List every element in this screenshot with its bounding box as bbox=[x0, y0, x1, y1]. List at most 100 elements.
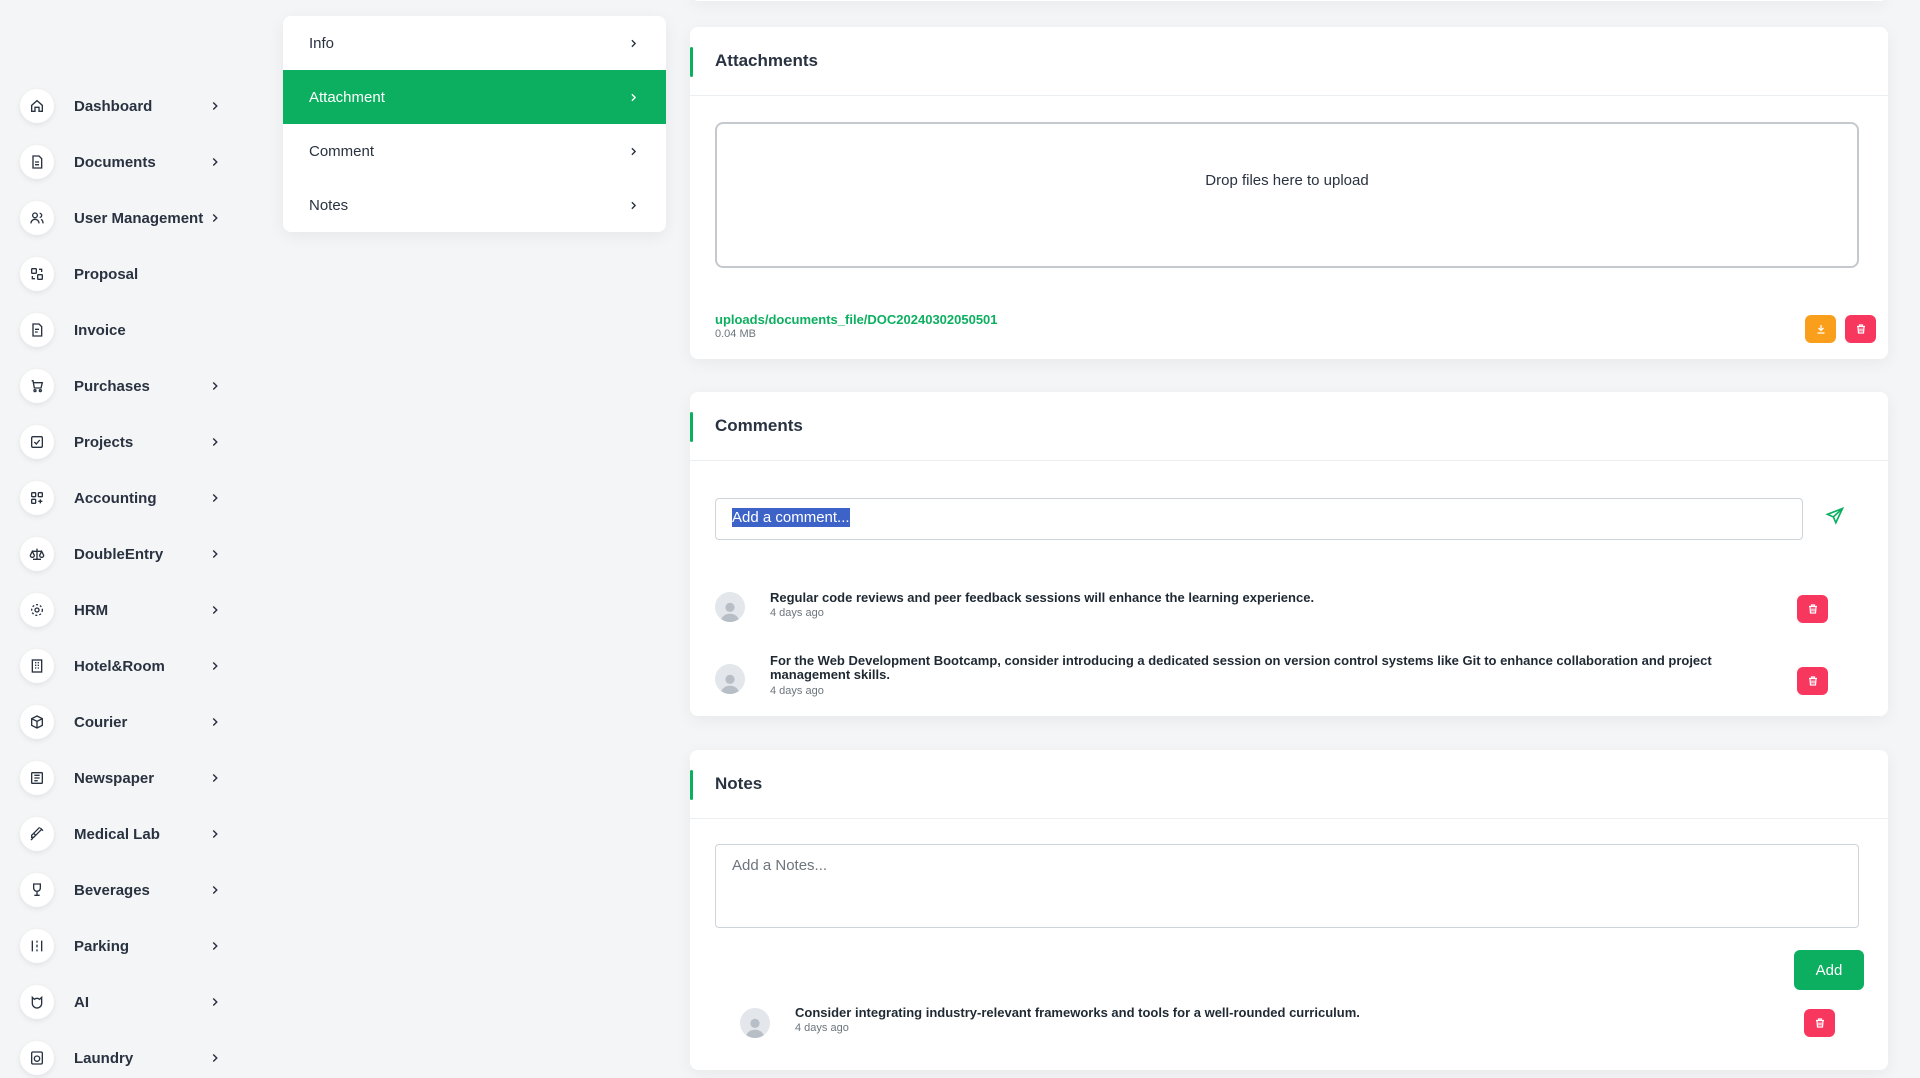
package-icon bbox=[20, 705, 54, 739]
chevron-right-icon bbox=[212, 101, 218, 111]
note-text: Consider integrating industry-relevant f… bbox=[795, 1005, 1360, 1020]
sidebar-item-user-management[interactable]: User Management bbox=[20, 198, 230, 238]
comment-text: Regular code reviews and peer feedback s… bbox=[770, 590, 1315, 605]
card-header: Attachments bbox=[690, 27, 1888, 96]
sidebar-item-invoice[interactable]: Invoice bbox=[20, 310, 230, 350]
checkbox-icon bbox=[20, 425, 54, 459]
section-menu-label: Comment bbox=[309, 142, 375, 160]
chevron-right-icon bbox=[212, 213, 218, 223]
chevron-right-icon bbox=[212, 661, 218, 671]
avatar bbox=[740, 1008, 770, 1038]
laundry-icon bbox=[20, 1041, 54, 1075]
user-icon bbox=[720, 602, 740, 622]
section-menu-attachment[interactable]: Attachment bbox=[283, 70, 666, 124]
chevron-right-icon bbox=[212, 773, 218, 783]
sidebar-item-ai[interactable]: AI bbox=[20, 982, 230, 1022]
notes-placeholder: Add a Notes... bbox=[732, 857, 828, 874]
chevron-right-icon bbox=[212, 717, 218, 727]
sidebar-item-label: Projects bbox=[74, 433, 134, 451]
chevron-right-icon bbox=[212, 549, 218, 559]
sidebar-item-label: Courier bbox=[74, 713, 128, 731]
sidebar-item-label: Accounting bbox=[74, 489, 157, 507]
notes-input[interactable]: Add a Notes... bbox=[715, 844, 1859, 928]
card-header: Notes bbox=[690, 750, 1888, 819]
avatar bbox=[715, 592, 745, 622]
sidebar-item-parking[interactable]: Parking bbox=[20, 926, 230, 966]
delete-comment-button[interactable] bbox=[1797, 667, 1828, 695]
sidebar-item-medical-lab[interactable]: Medical Lab bbox=[20, 814, 230, 854]
sidebar-item-label: Hotel&Room bbox=[74, 657, 165, 675]
add-note-button[interactable]: Add bbox=[1794, 950, 1864, 990]
sidebar-item-documents[interactable]: Documents bbox=[20, 142, 230, 182]
download-icon bbox=[1817, 325, 1824, 334]
chevron-right-icon bbox=[631, 201, 637, 209]
sidebar-item-hrm[interactable]: HRM bbox=[20, 590, 230, 630]
building-icon bbox=[20, 649, 54, 683]
avatar bbox=[715, 664, 745, 694]
chevron-right-icon bbox=[212, 997, 218, 1007]
delete-comment-button[interactable] bbox=[1797, 595, 1828, 623]
sidebar-item-label: Dashboard bbox=[74, 97, 153, 115]
sidebar-item-label: Laundry bbox=[74, 1049, 134, 1067]
apps-icon bbox=[20, 481, 54, 515]
section-menu-notes[interactable]: Notes bbox=[283, 178, 666, 232]
cart-icon bbox=[20, 369, 54, 403]
proposal-icon bbox=[20, 257, 54, 291]
sidebar-item-doubleentry[interactable]: DoubleEntry bbox=[20, 534, 230, 574]
sidebar-item-label: Beverages bbox=[74, 881, 150, 899]
comment-input[interactable]: Add a comment... bbox=[715, 498, 1803, 540]
sidebar-item-proposal[interactable]: Proposal bbox=[20, 254, 230, 294]
user-icon bbox=[745, 1018, 765, 1038]
section-menu-info[interactable]: Info bbox=[283, 16, 666, 70]
section-menu-label: Notes bbox=[309, 196, 349, 214]
sidebar-item-hotel-room[interactable]: Hotel&Room bbox=[20, 646, 230, 686]
sidebar-item-label: HRM bbox=[74, 601, 109, 619]
sidebar: Dashboard Documents User Management Prop… bbox=[0, 0, 250, 1075]
delete-note-button[interactable] bbox=[1804, 1009, 1835, 1037]
invoice-icon bbox=[20, 313, 54, 347]
comment-time: 4 days ago bbox=[770, 607, 824, 619]
send-icon[interactable] bbox=[1825, 506, 1845, 526]
chevron-right-icon bbox=[212, 605, 218, 615]
hrm-icon bbox=[20, 593, 54, 627]
sidebar-item-label: Invoice bbox=[74, 321, 126, 339]
attachments-card: Attachments Drop files here to upload up… bbox=[690, 27, 1888, 359]
document-icon bbox=[20, 145, 54, 179]
file-dropzone[interactable]: Drop files here to upload bbox=[715, 122, 1859, 268]
sidebar-item-dashboard[interactable]: Dashboard bbox=[20, 86, 230, 126]
comment-input-value: Add a comment... bbox=[732, 508, 850, 527]
sidebar-item-label: Documents bbox=[74, 153, 156, 171]
delete-attachment-button[interactable] bbox=[1845, 315, 1876, 343]
chevron-right-icon bbox=[212, 493, 218, 503]
chevron-right-icon bbox=[212, 885, 218, 895]
sidebar-item-courier[interactable]: Courier bbox=[20, 702, 230, 742]
chevron-right-icon bbox=[212, 941, 218, 951]
sidebar-item-laundry[interactable]: Laundry bbox=[20, 1038, 230, 1078]
sidebar-item-projects[interactable]: Projects bbox=[20, 422, 230, 462]
chevron-right-icon bbox=[212, 829, 218, 839]
sidebar-item-newspaper[interactable]: Newspaper bbox=[20, 758, 230, 798]
home-icon bbox=[20, 89, 54, 123]
trash-icon bbox=[1815, 1018, 1824, 1028]
sidebar-item-beverages[interactable]: Beverages bbox=[20, 870, 230, 910]
parking-icon bbox=[20, 929, 54, 963]
sidebar-item-accounting[interactable]: Accounting bbox=[20, 478, 230, 518]
download-button[interactable] bbox=[1805, 315, 1836, 343]
trash-icon bbox=[1808, 604, 1817, 614]
file-link[interactable]: uploads/documents_file/DOC20240302050501 bbox=[715, 312, 998, 327]
sidebar-item-label: AI bbox=[74, 993, 89, 1011]
sidebar-item-purchases[interactable]: Purchases bbox=[20, 366, 230, 406]
sidebar-item-label: User Management bbox=[74, 209, 204, 227]
sidebar-item-label: Medical Lab bbox=[74, 825, 160, 843]
previous-card-edge bbox=[690, 0, 1888, 1]
section-menu-comment[interactable]: Comment bbox=[283, 124, 666, 178]
note-time: 4 days ago bbox=[795, 1022, 849, 1034]
users-icon bbox=[20, 201, 54, 235]
sidebar-item-label: DoubleEntry bbox=[74, 545, 164, 563]
chevron-right-icon bbox=[212, 381, 218, 391]
comments-card: Comments Add a comment... Regular code r… bbox=[690, 392, 1888, 716]
scale-icon bbox=[20, 537, 54, 571]
chevron-right-icon bbox=[212, 157, 218, 167]
newspaper-icon bbox=[20, 761, 54, 795]
card-title: Notes bbox=[715, 774, 763, 793]
